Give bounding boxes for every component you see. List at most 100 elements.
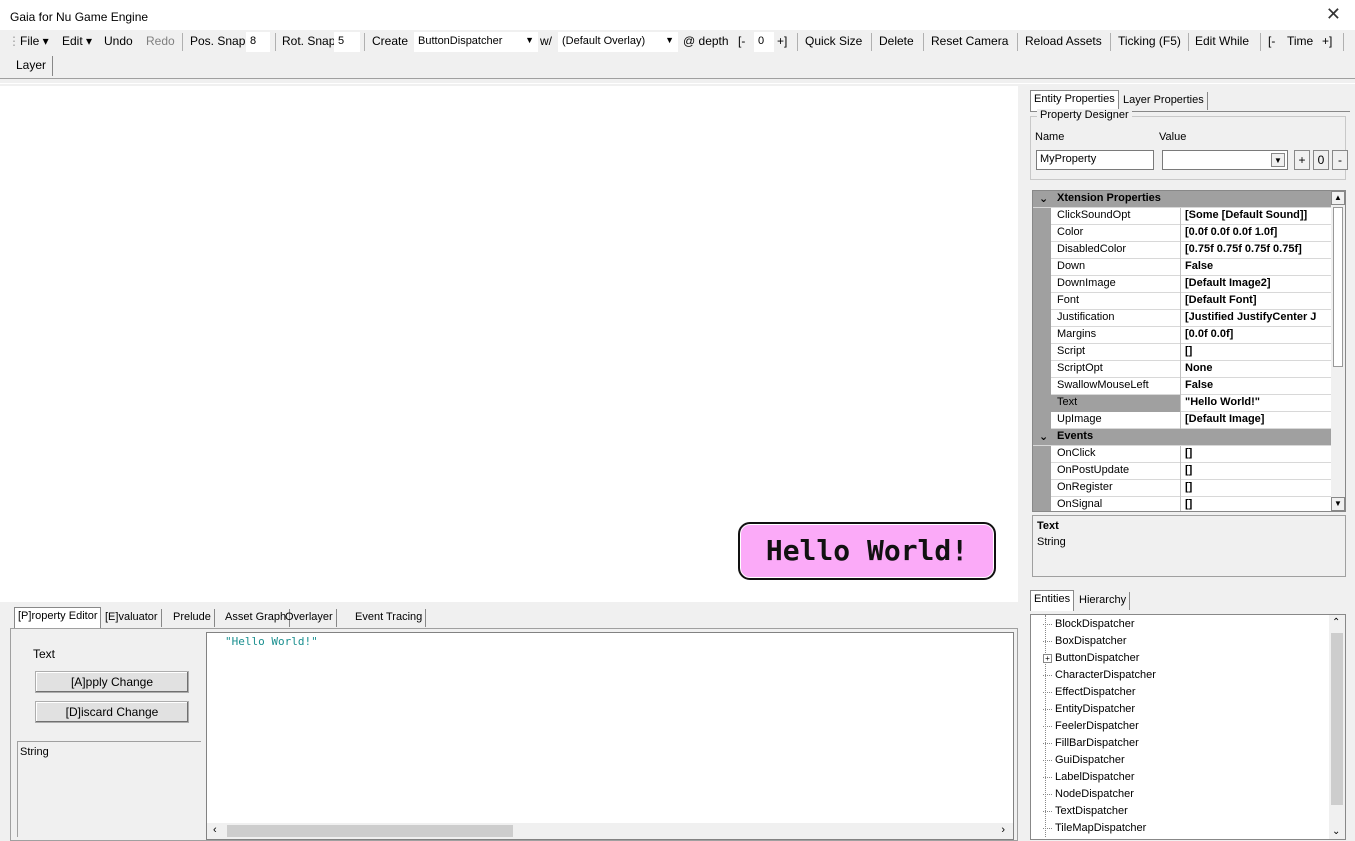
property-value[interactable]: [Default Image] (1182, 412, 1331, 429)
tab-entity-properties[interactable]: Entity Properties (1030, 90, 1119, 111)
scroll-up-icon[interactable]: ▲ (1331, 191, 1345, 205)
tree-item[interactable]: CharacterDispatcher (1043, 669, 1156, 681)
ticking-toggle[interactable]: Ticking (F5) (1118, 34, 1181, 48)
scroll-thumb[interactable] (227, 825, 513, 837)
property-row[interactable]: ClickSoundOpt [Some [Default Sound]] (1033, 208, 1331, 225)
tree-item[interactable]: + ButtonDispatcher (1043, 652, 1139, 664)
event-value[interactable]: [] (1182, 463, 1331, 480)
chevron-down-icon[interactable]: ⌄ (1332, 826, 1340, 837)
bottom-tab[interactable]: Overlayer (282, 609, 337, 627)
event-value[interactable]: [] (1182, 480, 1331, 497)
edit-while-toggle[interactable]: Edit While (1195, 34, 1249, 48)
tree-item[interactable]: TileMapDispatcher (1043, 822, 1146, 834)
property-row[interactable]: DownImage [Default Image2] (1033, 276, 1331, 293)
tree-item[interactable]: FillBarDispatcher (1043, 737, 1139, 749)
property-value[interactable]: False (1182, 378, 1331, 395)
bottom-tab[interactable]: Event Tracing (352, 609, 427, 627)
discard-change-button[interactable]: [D]iscard Change (35, 701, 189, 723)
tree-item[interactable]: NodeDispatcher (1043, 788, 1134, 800)
property-row[interactable]: Color [0.0f 0.0f 0.0f 1.0f] (1033, 225, 1331, 242)
tab-hierarchy[interactable]: Hierarchy (1076, 592, 1131, 610)
code-editor[interactable]: "Hello World!" ‹ › (206, 632, 1014, 840)
property-row[interactable]: Text "Hello World!" (1033, 395, 1331, 412)
tree-item[interactable]: EntityDispatcher (1043, 703, 1135, 715)
property-row[interactable]: UpImage [Default Image] (1033, 412, 1331, 429)
entity-tree[interactable]: BlockDispatcher BoxDispatcher + ButtonDispa… (1030, 614, 1346, 840)
tree-item[interactable]: TextDispatcher (1043, 805, 1128, 817)
property-value[interactable]: "Hello World!" (1182, 395, 1331, 412)
tree-item[interactable]: BlockDispatcher (1043, 618, 1134, 630)
property-row[interactable]: SwallowMouseLeft False (1033, 378, 1331, 395)
property-value-select[interactable]: ▼ (1162, 150, 1288, 170)
file-menu[interactable]: File ▾ (20, 34, 49, 48)
reset-camera-button[interactable]: Reset Camera (931, 34, 1008, 48)
time-decrease-button[interactable]: [- (1268, 34, 1275, 48)
property-value[interactable]: [0.0f 0.0f] (1182, 327, 1331, 344)
tab-entities[interactable]: Entities (1030, 590, 1075, 611)
add-property-button[interactable]: + (1294, 150, 1310, 170)
property-value[interactable]: [Some [Default Sound]] (1182, 208, 1331, 225)
chevron-up-icon[interactable]: ⌃ (1332, 617, 1340, 628)
editor-hscrollbar[interactable]: ‹ › (207, 823, 1013, 839)
property-value[interactable]: [Default Image2] (1182, 276, 1331, 293)
property-row[interactable]: ScriptOpt None (1033, 361, 1331, 378)
property-value[interactable]: [Justified JustifyCenter J (1182, 310, 1331, 327)
apply-change-button[interactable]: [A]pply Change (35, 671, 189, 693)
property-name-input[interactable]: MyProperty (1036, 150, 1154, 170)
tree-item[interactable]: GuiDispatcher (1043, 754, 1125, 766)
property-value[interactable]: [] (1182, 344, 1331, 361)
property-row[interactable]: Justification [Justified JustifyCenter J (1033, 310, 1331, 327)
scroll-thumb[interactable] (1331, 633, 1343, 805)
redo-button[interactable]: Redo (146, 34, 175, 48)
property-row[interactable]: Font [Default Font] (1033, 293, 1331, 310)
event-row[interactable]: OnSignal[] (1033, 497, 1331, 511)
edit-menu[interactable]: Edit ▾ (62, 34, 92, 48)
depth-increase-button[interactable]: +] (777, 34, 787, 48)
bottom-tab[interactable]: [P]roperty Editor (14, 607, 102, 628)
event-value[interactable]: [] (1182, 497, 1331, 511)
tree-item[interactable]: EffectDispatcher (1043, 686, 1136, 698)
tree-item[interactable]: BoxDispatcher (1043, 635, 1127, 647)
delete-button[interactable]: Delete (879, 34, 914, 48)
create-dispatcher-select[interactable]: ButtonDispatcher ▼ (414, 32, 538, 52)
depth-input[interactable]: 0 (754, 32, 774, 52)
overlay-select[interactable]: (Default Overlay) ▼ (558, 32, 678, 52)
create-button[interactable]: Create (372, 34, 408, 48)
property-row[interactable]: Margins [0.0f 0.0f] (1033, 327, 1331, 344)
property-value[interactable]: [Default Font] (1182, 293, 1331, 310)
property-value[interactable]: None (1182, 361, 1331, 378)
tree-scrollbar[interactable]: ⌃ ⌄ (1329, 615, 1345, 839)
game-viewport[interactable]: Hello World! (0, 86, 1018, 602)
chevron-left-icon[interactable]: ‹ (213, 824, 217, 836)
property-row[interactable]: DisabledColor [0.75f 0.75f 0.75f 0.75f] (1033, 242, 1331, 259)
bottom-tab[interactable]: Asset Graph (222, 609, 291, 627)
pos-snap-input[interactable]: 8 (246, 32, 270, 52)
event-value[interactable]: [] (1182, 446, 1331, 463)
property-value[interactable]: [0.75f 0.75f 0.75f 0.75f] (1182, 242, 1331, 259)
grid-scrollbar[interactable]: ▲ ▼ (1331, 191, 1345, 511)
tree-item[interactable]: FeelerDispatcher (1043, 720, 1139, 732)
property-value[interactable]: [0.0f 0.0f 0.0f 1.0f] (1182, 225, 1331, 242)
property-value[interactable]: False (1182, 259, 1331, 276)
chevron-right-icon[interactable]: › (1001, 824, 1005, 836)
event-row[interactable]: OnClick[] (1033, 446, 1331, 463)
tab-layer[interactable]: Layer (10, 56, 54, 76)
hello-world-button[interactable]: Hello World! (738, 522, 996, 580)
bottom-tab[interactable]: Prelude (170, 609, 215, 627)
depth-decrease-button[interactable]: [- (738, 34, 745, 48)
undo-button[interactable]: Undo (104, 34, 133, 48)
event-row[interactable]: OnRegister[] (1033, 480, 1331, 497)
tab-layer-properties[interactable]: Layer Properties (1120, 92, 1208, 110)
property-row[interactable]: Script[] (1033, 344, 1331, 361)
rot-snap-input[interactable]: 5 (334, 32, 360, 52)
scroll-down-icon[interactable]: ▼ (1331, 497, 1345, 511)
property-row[interactable]: Down False (1033, 259, 1331, 276)
tree-item[interactable]: LabelDispatcher (1043, 771, 1135, 783)
category-xtension-properties[interactable]: ⌄ Xtension Properties (1033, 191, 1331, 208)
remove-property-button[interactable]: - (1332, 150, 1348, 170)
event-row[interactable]: OnPostUpdate[] (1033, 463, 1331, 480)
scroll-thumb[interactable] (1333, 207, 1343, 367)
quick-size-button[interactable]: Quick Size (805, 34, 862, 48)
code-text[interactable]: "Hello World!" (225, 635, 318, 648)
close-icon[interactable]: ✕ (1326, 4, 1341, 25)
